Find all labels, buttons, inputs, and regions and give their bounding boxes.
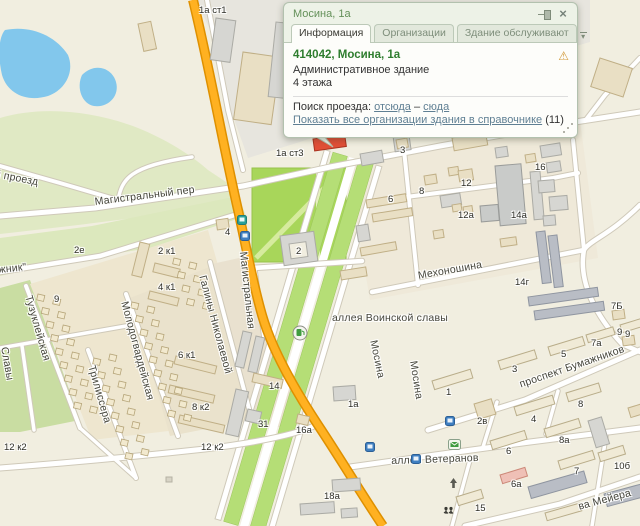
resize-handle-icon[interactable] xyxy=(563,131,565,133)
bus-stop-icon[interactable] xyxy=(365,442,375,452)
close-icon[interactable]: × xyxy=(556,7,570,21)
balloon-body: ⚠ 414042, Мосина, 1а Административное зд… xyxy=(284,42,577,137)
pin-icon[interactable] xyxy=(538,9,552,19)
tab-information[interactable]: Информация xyxy=(291,24,371,43)
bus-stop-icon[interactable] xyxy=(445,416,455,426)
route-dash: – xyxy=(414,101,420,113)
direction-arrow-icon[interactable] xyxy=(449,477,458,489)
building-address: 414042, Мосина, 1а xyxy=(293,49,568,63)
divider xyxy=(293,96,568,97)
tab-building-services[interactable]: Здание обслуживают xyxy=(457,24,577,42)
tabs-overflow-icon[interactable]: ▾ xyxy=(580,32,587,39)
orgs-row: Показать все организации здания в справо… xyxy=(293,114,568,128)
bus-stop-icon[interactable] xyxy=(240,231,250,241)
balloon-title: Мосина, 1а xyxy=(293,8,538,20)
route-search-row: Поиск проезда: отсюда – сюда xyxy=(293,101,568,115)
post-office-icon[interactable] xyxy=(448,439,461,450)
pedestrians-icon[interactable] xyxy=(442,506,455,517)
bus-stop-icon[interactable] xyxy=(411,454,421,464)
balloon-tabs: ИнформацияОрганизацииЗдание обслуживают▾ xyxy=(284,23,577,42)
warning-icon: ⚠ xyxy=(558,50,569,62)
tab-organizations[interactable]: Организации xyxy=(374,24,454,42)
route-search-label: Поиск проезда: xyxy=(293,101,371,113)
map-canvas[interactable]: й проездМагистральный перМагистральнаяжн… xyxy=(0,0,640,526)
show-organ​izations-link[interactable]: Показать все организации здания в справо… xyxy=(293,114,542,126)
balloon-header: Мосина, 1а × xyxy=(284,3,577,23)
route-to-link[interactable]: сюда xyxy=(423,101,449,113)
info-balloon: Мосина, 1а × ИнформацияОрганизацииЗдание… xyxy=(283,2,578,138)
building-floors: 4 этажа xyxy=(293,77,568,91)
building-type: Административное здание xyxy=(293,64,568,78)
gas-station-icon[interactable] xyxy=(292,325,308,341)
route-from-link[interactable]: отсюда xyxy=(374,101,411,113)
orgs-count: (11) xyxy=(545,114,564,126)
tram-stop-icon[interactable] xyxy=(237,215,247,225)
